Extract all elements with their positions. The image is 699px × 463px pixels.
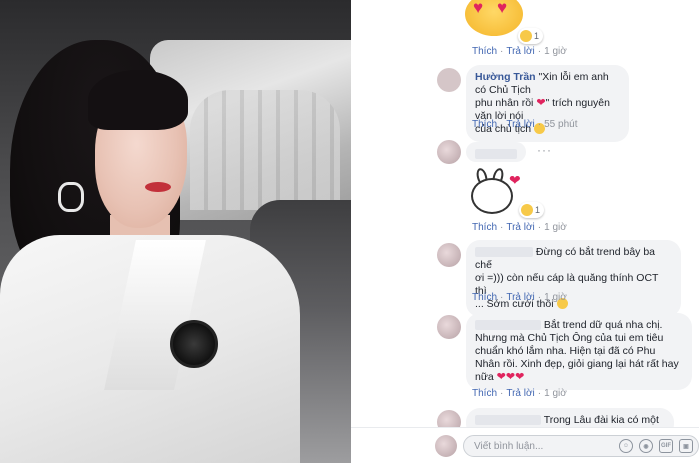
reaction-badge[interactable]: 1	[519, 202, 545, 218]
comments-panel: ♥ ♥ 1 Thích · Trả lời · 1 giờ Hường Trần "Xi…	[351, 0, 699, 463]
avatar[interactable]	[437, 68, 461, 92]
comment-time[interactable]: 1 giờ	[544, 292, 567, 303]
window-reflection-building	[190, 90, 340, 210]
heart-emoji-icon: ❤	[536, 97, 546, 109]
comment-actions: Thích · Trả lời · 1 giờ	[472, 222, 567, 233]
gif-icon[interactable]: GIF	[659, 439, 673, 453]
camera-icon[interactable]: ◉	[639, 439, 653, 453]
like-link[interactable]: Thích	[472, 46, 497, 57]
comment-time[interactable]: 1 giờ	[544, 46, 567, 57]
more-options-icon[interactable]: ···	[537, 143, 552, 157]
like-link[interactable]: Thích	[472, 292, 497, 303]
comment-actions: Thích · Trả lời · 1 giờ	[472, 292, 567, 303]
heart-eye-right-icon: ♥	[497, 0, 508, 17]
reply-link[interactable]: Trả lời	[506, 46, 534, 57]
heart-eyes-emoji: ♥ ♥	[465, 0, 523, 36]
earring	[58, 182, 84, 212]
comment-time[interactable]: 1 giờ	[544, 222, 567, 233]
comment-bubble	[466, 142, 526, 162]
redacted-author	[475, 320, 541, 331]
post-photo[interactable]	[0, 0, 351, 463]
like-link[interactable]: Thích	[472, 388, 497, 399]
reply-link[interactable]: Trả lời	[506, 388, 534, 399]
comment-actions: Thích · Trả lời · 1 giờ	[472, 46, 567, 57]
comment-author[interactable]: Hường Trần	[475, 71, 536, 83]
redacted-author	[475, 415, 541, 426]
comment-composer: Viết bình luận... ☺ ◉ GIF ▣	[351, 427, 699, 463]
comment-bubble: Đừng có bắt trend bây ba chế ơi =))) còn…	[466, 240, 681, 317]
heart-eye-left-icon: ♥	[473, 0, 484, 17]
avatar[interactable]	[437, 140, 461, 164]
sticker-icon[interactable]: ▣	[679, 439, 693, 453]
composer-icons: ☺ ◉ GIF ▣	[619, 439, 693, 453]
reply-link[interactable]: Trả lời	[506, 292, 534, 303]
haha-reaction-icon	[521, 204, 533, 216]
redacted-author	[475, 247, 533, 258]
comment-actions: Thích · Trả lời · 55 phút	[472, 119, 578, 130]
avatar[interactable]	[437, 315, 461, 339]
camellia-brooch	[170, 320, 218, 368]
emoji-icon[interactable]: ☺	[619, 439, 633, 453]
comment-actions: Thích · Trả lời · 1 giờ	[472, 388, 567, 399]
comment-time[interactable]: 1 giờ	[544, 388, 567, 399]
reply-link[interactable]: Trả lời	[506, 222, 534, 233]
heart-icon: ❤	[509, 172, 521, 188]
comment-time[interactable]: 55 phút	[544, 119, 577, 130]
heart-emoji-icon: ❤❤❤	[496, 371, 525, 383]
current-user-avatar	[435, 435, 457, 457]
like-link[interactable]: Thích	[472, 222, 497, 233]
comment-bubble: Bắt trend dữ quá nha chị. Nhưng mà Chủ T…	[466, 313, 692, 390]
reply-link[interactable]: Trả lời	[506, 119, 534, 130]
avatar[interactable]	[437, 243, 461, 267]
like-link[interactable]: Thích	[472, 119, 497, 130]
comment-bubble: Hường Trần "Xin lỗi em anh có Chủ Tịch p…	[466, 65, 629, 142]
reaction-badge[interactable]: 1	[518, 28, 544, 44]
haha-reaction-icon	[520, 30, 532, 42]
bunny-sticker: ❤	[467, 167, 521, 218]
woman-bangs	[88, 70, 188, 130]
redacted-author	[475, 149, 517, 160]
red-lips	[145, 182, 171, 192]
